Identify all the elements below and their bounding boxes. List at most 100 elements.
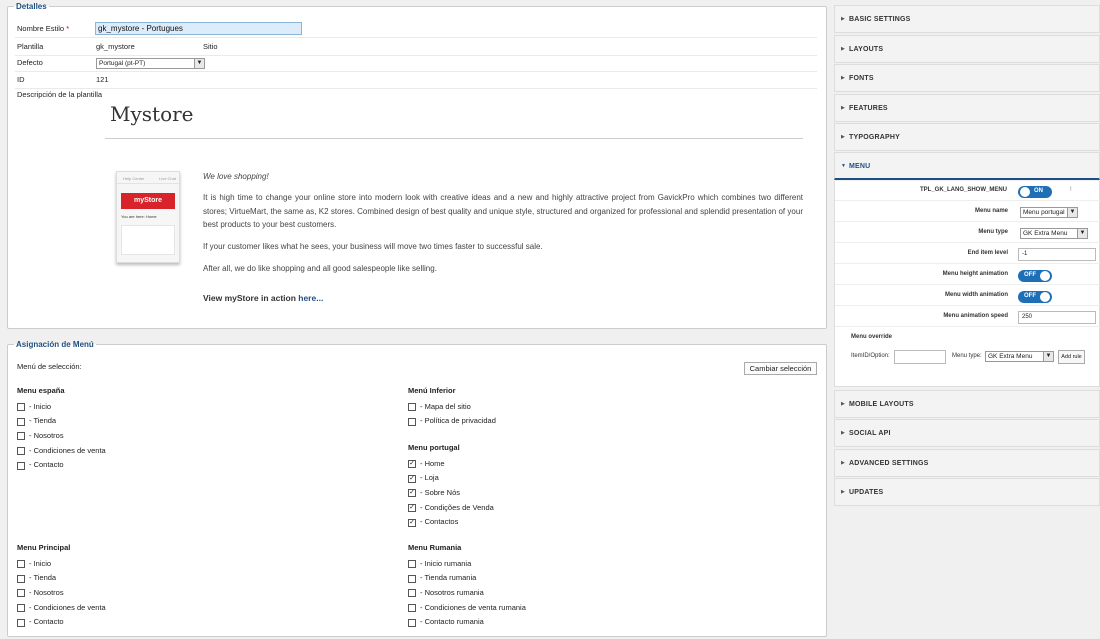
accordion-title: FEATURES	[849, 105, 888, 112]
accordion-advanced-settings[interactable]: ▶ ADVANCED SETTINGS	[834, 449, 1100, 477]
view-here-link[interactable]: here...	[298, 293, 323, 303]
menu-item-checkbox[interactable]: ✓	[408, 489, 416, 498]
end-item-input[interactable]: -1	[1018, 248, 1096, 261]
accordion-features[interactable]: ▶ FEATURES	[834, 94, 1100, 122]
accordion-title: MOBILE LAYOUTS	[849, 401, 914, 408]
menu-item-checkbox[interactable]	[408, 403, 416, 412]
menu-item-checkbox[interactable]	[17, 604, 25, 613]
accordion-fonts[interactable]: ▶ FONTS	[834, 64, 1100, 92]
row-id: ID 121	[15, 72, 817, 89]
menu-group-title: Menu portugal	[408, 443, 460, 452]
menu-item-label: - Contacto	[29, 460, 64, 470]
menu-item-label: - Condiciones de venta rumania	[420, 602, 526, 612]
menu-item-checkbox[interactable]	[17, 560, 25, 569]
nombre-estilo-input[interactable]	[95, 22, 302, 35]
menu-row-type: Menu type GK Extra Menu ▼	[835, 223, 1100, 243]
row-nombre: Nombre Estilo *	[15, 21, 817, 38]
menu-item-row: - Contacto	[17, 457, 106, 472]
accordion-title: FONTS	[849, 75, 874, 82]
chevron-down-icon: ▼	[194, 59, 204, 68]
accordion-menu[interactable]: ▼ MENU	[834, 152, 1100, 180]
defecto-select[interactable]: Portugal (pt-PT) ▼	[96, 58, 205, 69]
required-mark: *	[66, 24, 70, 33]
menu-item-checkbox[interactable]: ✓	[408, 474, 416, 483]
id-value: 121	[96, 75, 109, 84]
menu-type-label: Menu type	[978, 229, 1008, 235]
thumbnail-logo: myStore	[121, 193, 175, 209]
thumbnail-nav-right: Live Chat	[159, 176, 176, 181]
menu-group: Menu Principal - Inicio - Tienda - Nosotros…	[17, 543, 106, 629]
template-customer-text: If your customer likes what he sees, you…	[203, 242, 543, 251]
accordion-social-api[interactable]: ▶ SOCIAL API	[834, 419, 1100, 447]
id-label: ID	[17, 75, 25, 84]
menu-item-checkbox[interactable]	[408, 417, 416, 426]
menu-item-checkbox[interactable]	[17, 589, 25, 598]
cambiar-seleccion-button[interactable]: Cambiar selección	[744, 362, 817, 375]
menu-item-row: - Contacto rumania	[408, 614, 526, 629]
width-animation-toggle[interactable]: OFF	[1018, 291, 1052, 303]
triangle-right-icon: ▶	[841, 46, 845, 52]
menu-item-checkbox[interactable]	[408, 560, 416, 569]
menu-item-row: - Inicio	[17, 556, 106, 571]
menu-item-checkbox[interactable]: ✓	[408, 518, 416, 527]
toggle-text: OFF	[1024, 272, 1036, 278]
menu-item-row: - Condiciones de venta	[17, 443, 106, 458]
menu-row-name: Menu name Menu portugal ▼	[835, 202, 1100, 222]
accordion-layouts[interactable]: ▶ LAYOUTS	[834, 35, 1100, 63]
menu-item-checkbox[interactable]	[408, 618, 416, 627]
toggle-text: OFF	[1024, 293, 1036, 299]
triangle-right-icon: ▶	[841, 16, 845, 22]
animation-speed-input[interactable]: 250	[1018, 311, 1096, 324]
triangle-right-icon: ▶	[841, 489, 845, 495]
menu-item-checkbox[interactable]	[17, 432, 25, 441]
menu-item-checkbox[interactable]	[17, 461, 25, 470]
toggle-knob	[1040, 271, 1050, 281]
menu-item-row: - Inicio	[17, 399, 106, 414]
menu-group-title: Menu Principal	[17, 543, 71, 552]
menu-item-checkbox[interactable]: ✓	[408, 504, 416, 513]
menu-item-row: - Mapa del sitio	[408, 399, 496, 414]
menu-item-checkbox[interactable]	[17, 403, 25, 412]
nombre-label: Nombre Estilo *	[17, 24, 70, 33]
menu-item-label: - Tienda	[29, 416, 57, 426]
accordion-mobile-layouts[interactable]: ▶ MOBILE LAYOUTS	[834, 390, 1100, 418]
override-type-select[interactable]: GK Extra Menu ▼	[985, 351, 1054, 362]
accordion-updates[interactable]: ▶ UPDATES	[834, 478, 1100, 506]
menu-item-checkbox[interactable]: ✓	[408, 460, 416, 469]
menu-item-checkbox[interactable]	[408, 574, 416, 583]
triangle-right-icon: ▶	[841, 134, 845, 140]
detalles-legend: Detalles	[16, 2, 47, 11]
override-itemid-input[interactable]	[894, 350, 946, 364]
menu-group-title: Menu Rumania	[408, 543, 462, 552]
menu-item-checkbox[interactable]	[17, 618, 25, 627]
menu-item-checkbox[interactable]	[408, 589, 416, 598]
accordion-basic-settings[interactable]: ▶ BASIC SETTINGS	[834, 5, 1100, 33]
row-defecto: Defecto Portugal (pt-PT) ▼	[15, 55, 817, 72]
triangle-right-icon: ▶	[841, 401, 845, 407]
menu-group: Menu Rumania - Inicio rumania - Tienda rum…	[408, 543, 526, 629]
menu-item-checkbox[interactable]	[17, 574, 25, 583]
menu-group: Menu portugal ✓ - Home ✓ - Loja ✓ - Sobre Nós ✓…	[408, 443, 494, 529]
triangle-down-icon: ▼	[841, 163, 846, 169]
menu-type-select[interactable]: GK Extra Menu ▼	[1020, 228, 1088, 239]
menu-name-select[interactable]: Menu portugal ▼	[1020, 207, 1078, 218]
menu-name-label: Menu name	[974, 208, 1008, 214]
menu-item-row: - Política de privacidad	[408, 414, 496, 429]
menu-item-label: - Tienda	[29, 573, 57, 583]
template-title: Mystore	[110, 102, 194, 126]
menu-group-title: Menú Inferior	[408, 386, 456, 395]
menu-item-label: - Contacto rumania	[420, 617, 484, 627]
lang-show-menu-toggle[interactable]: ON	[1018, 186, 1052, 198]
menu-item-label: - Condiciones de venta	[29, 445, 106, 455]
add-rule-button[interactable]: Add rule	[1058, 350, 1085, 364]
menu-item-row: - Nosotros	[17, 428, 106, 443]
plantilla-scope: Sitio	[203, 42, 218, 51]
accordion-title: UPDATES	[849, 489, 884, 496]
menu-item-row: - Inicio rumania	[408, 556, 526, 571]
menu-item-checkbox[interactable]	[17, 447, 25, 456]
menu-item-checkbox[interactable]	[17, 417, 25, 426]
height-animation-toggle[interactable]: OFF	[1018, 270, 1052, 282]
accordion-typography[interactable]: ▶ TYPOGRAPHY	[834, 123, 1100, 151]
thumbnail-nav-left: Help Center	[123, 176, 145, 181]
menu-item-checkbox[interactable]	[408, 604, 416, 613]
